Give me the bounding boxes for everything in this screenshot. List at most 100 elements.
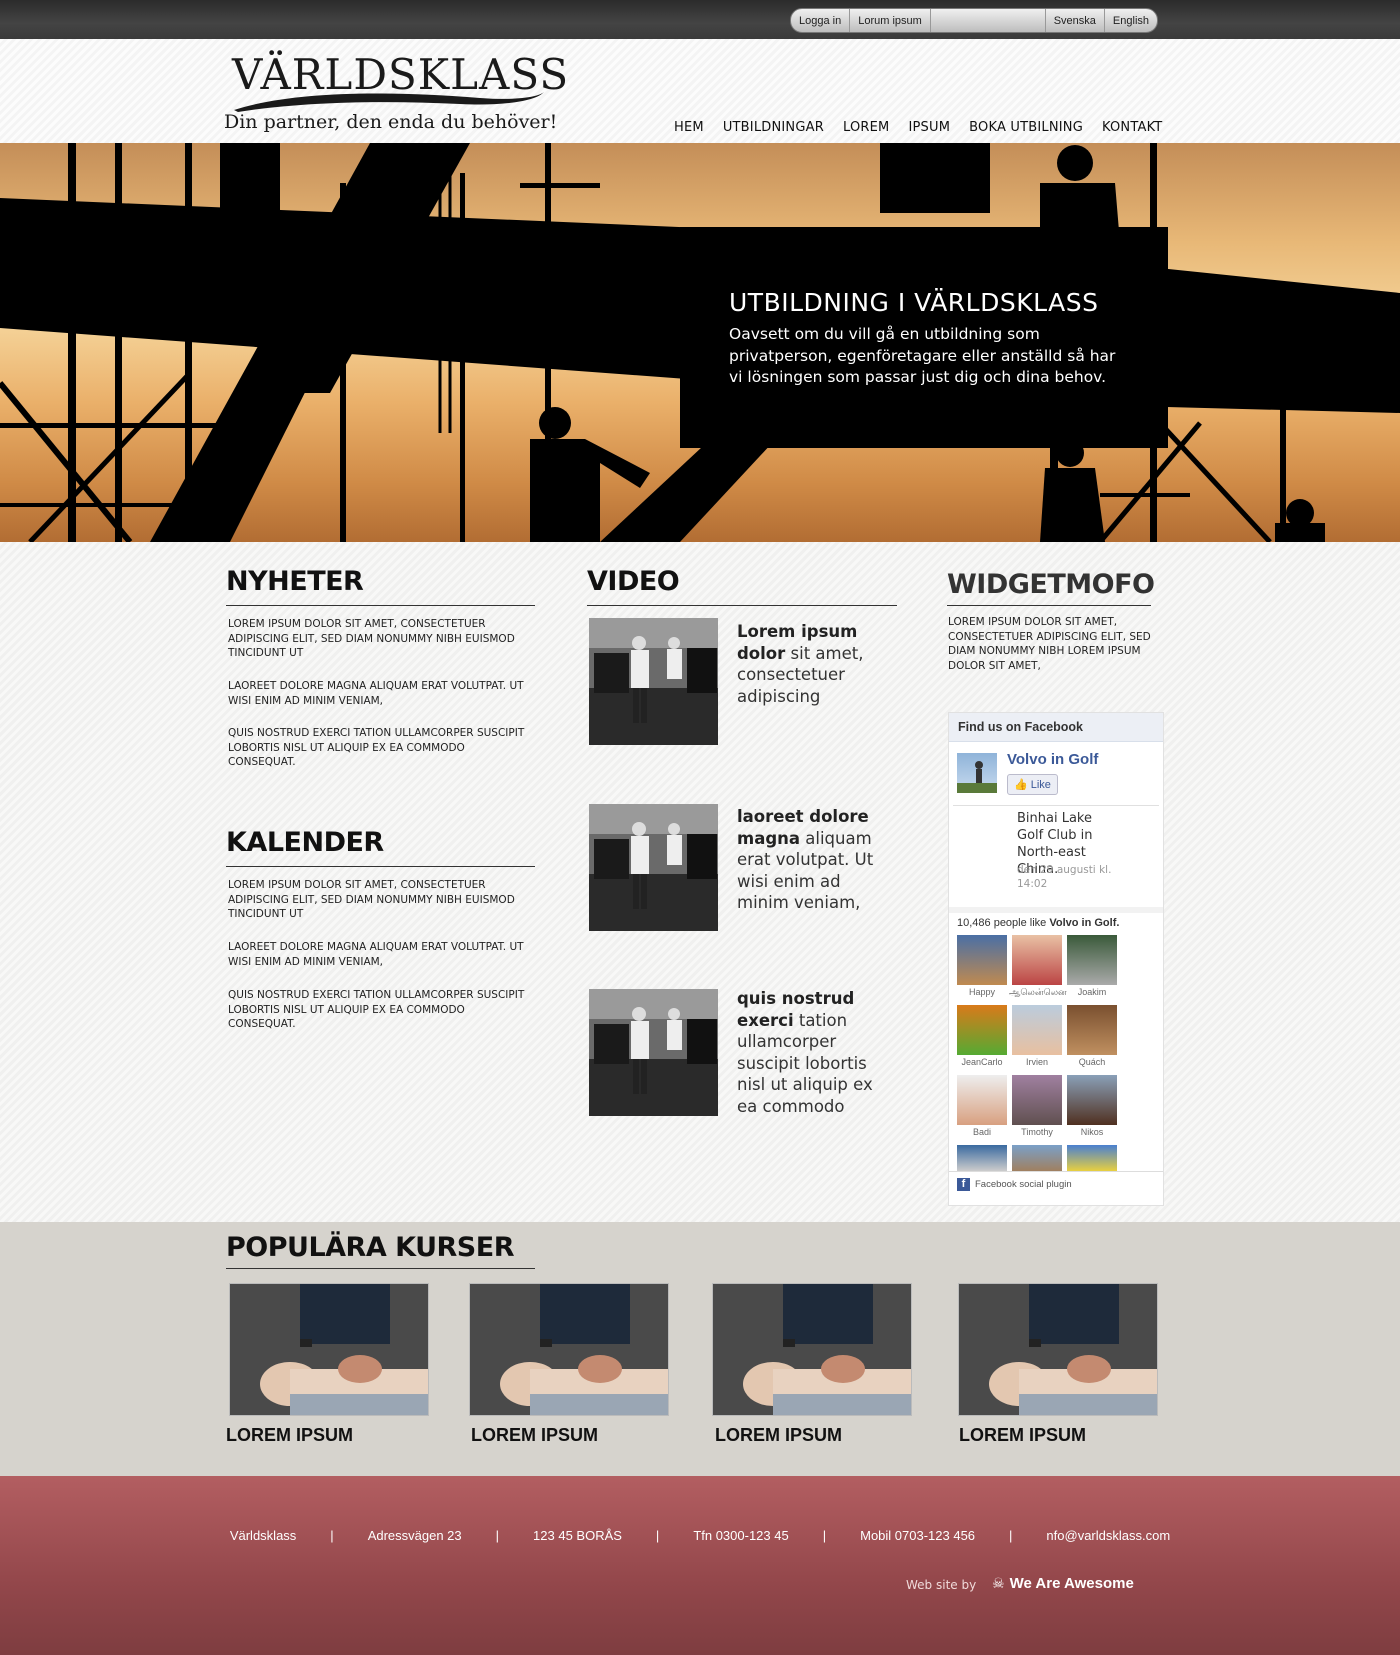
facebook-widget: Find us on Facebook Volvo in Golf 👍 Like … (948, 712, 1164, 1206)
fan-avatar[interactable] (957, 1005, 1007, 1055)
popular-courses-section (0, 1222, 1400, 1476)
site-footer (0, 1476, 1400, 1655)
video-divider (587, 605, 897, 606)
facebook-page-name[interactable]: Volvo in Golf (1007, 751, 1098, 768)
logo-tagline: Din partner, den enda du behöver! (224, 111, 558, 133)
footer-separator: | (330, 1528, 334, 1543)
popular-divider (226, 1268, 535, 1269)
footer-separator: | (822, 1528, 827, 1543)
footer-mobile: Mobil 0703-123 456 (860, 1528, 976, 1543)
nav-item-kontakt[interactable]: KONTAKT (1102, 120, 1162, 135)
video-caption[interactable]: Lorem ipsum dolor sit amet, consectetuer… (737, 621, 897, 707)
page-avatar[interactable] (957, 753, 997, 793)
fan-avatar[interactable] (1067, 935, 1117, 985)
course-image[interactable] (469, 1283, 669, 1416)
like-button[interactable]: 👍 Like (1007, 774, 1058, 795)
footer-credit[interactable]: ☠ We Are Awesome (992, 1575, 1134, 1592)
footer-phone: Tfn 0300-123 45 (693, 1528, 789, 1543)
course-image[interactable] (229, 1283, 429, 1416)
video-caption[interactable]: quis nostrud exerci tation ullamcorper s… (737, 988, 897, 1117)
fan-avatar[interactable] (1012, 1145, 1062, 1171)
footer-separator: | (495, 1528, 500, 1543)
credit-name: We Are Awesome (1009, 1575, 1134, 1592)
fan-avatar[interactable] (1067, 1145, 1117, 1171)
course-image[interactable] (958, 1283, 1158, 1416)
footer-company: Världsklass (229, 1528, 297, 1543)
fan-name[interactable]: Timothy (1009, 1127, 1065, 1137)
footer-separator: | (655, 1528, 660, 1543)
popular-heading: POPULÄRA KURSER (226, 1232, 514, 1263)
thumbs-up-icon: 👍 (1014, 779, 1028, 791)
hero-title: UTBILDNING I VÄRLDSKLASS (729, 288, 1099, 317)
fan-name[interactable]: Quách (1064, 1057, 1120, 1067)
nav-item-lorem[interactable]: LOREM (843, 120, 889, 135)
fan-name[interactable]: Joakim (1064, 987, 1120, 997)
nav-item-boka[interactable]: BOKA UTBILNING (969, 120, 1083, 135)
facebook-post-date[interactable]: den 29 augusti kl. 14:02 (1017, 863, 1127, 891)
video-heading: VIDEO (587, 566, 680, 597)
video-caption[interactable]: laoreet dolore magna aliquam erat volutp… (737, 806, 897, 914)
fan-name[interactable]: JeanCarlo (954, 1057, 1010, 1067)
login-link[interactable]: Logga in (791, 9, 851, 32)
likes-summary: 10,486 people like Volvo in Golf. (957, 917, 1119, 929)
skull-icon: ☠ (992, 1575, 1005, 1592)
footer-postal: 123 45 BORÅS (533, 1528, 622, 1543)
footer-credit-prefix: Web site by (906, 1578, 977, 1592)
search-input[interactable] (931, 9, 1046, 32)
likes-count: 10,486 people like (957, 917, 1047, 929)
fan-name[interactable]: ஆலென்லென (1009, 987, 1067, 999)
video-thumbnail[interactable] (589, 989, 718, 1116)
course-title[interactable]: LOREM IPSUM (715, 1425, 842, 1446)
fan-avatar[interactable] (1012, 1005, 1062, 1055)
calendar-divider (226, 866, 535, 867)
lorum-link[interactable]: Lorum ipsum (850, 9, 931, 32)
lang-english-link[interactable]: English (1105, 9, 1157, 32)
fan-avatar[interactable] (957, 935, 1007, 985)
facebook-plugin-credit[interactable]: f Facebook social plugin (957, 1178, 1072, 1191)
fan-name[interactable]: Irvien (1009, 1057, 1065, 1067)
widget-text: LOREM IPSUM DOLOR SIT AMET, CONSECTETUER… (948, 616, 1151, 672)
course-title[interactable]: LOREM IPSUM (471, 1425, 598, 1446)
widget-heading: WIDGETMOFO (947, 569, 1155, 600)
fan-avatar[interactable] (957, 1145, 1007, 1171)
fan-avatar[interactable] (1067, 1075, 1117, 1125)
news-heading: NYHETER (226, 566, 364, 597)
video-thumbnail[interactable] (589, 618, 718, 745)
fan-name[interactable]: Happy (954, 987, 1010, 997)
fan-avatar[interactable] (1067, 1005, 1117, 1055)
fan-name[interactable]: Badi (954, 1127, 1010, 1137)
like-label: Like (1030, 778, 1051, 791)
likes-page[interactable]: Volvo in Golf. (1049, 917, 1119, 929)
nav-item-hem[interactable]: HEM (674, 120, 704, 135)
footer-address: Adressvägen 23 (367, 1528, 462, 1543)
utility-bar: Logga in Lorum ipsum Svenska English (790, 8, 1158, 33)
news-paragraph: LOREM IPSUM DOLOR SIT AMET, CONSECTETUER… (228, 618, 515, 659)
calendar-paragraph: LOREM IPSUM DOLOR SIT AMET, CONSECTETUER… (228, 879, 515, 920)
course-title[interactable]: LOREM IPSUM (226, 1425, 353, 1446)
calendar-heading: KALENDER (226, 827, 384, 858)
calendar-paragraph: QUIS NOSTRUD EXERCI TATION ULLAMCORPER S… (228, 989, 525, 1030)
course-image[interactable] (712, 1283, 912, 1416)
hero-text: Oavsett om du vill gå en utbildning som … (729, 325, 1116, 386)
nav-item-utbildningar[interactable]: UTBILDNINGAR (723, 120, 824, 135)
facebook-header: Find us on Facebook (949, 713, 1163, 742)
footer-contact-line: Världsklass | Adressvägen 23 | 123 45 BORÅS |… (0, 1528, 1400, 1543)
plugin-label: Facebook social plugin (975, 1179, 1072, 1190)
news-divider (226, 605, 535, 606)
fb-divider (953, 805, 1159, 806)
lang-swedish-link[interactable]: Svenska (1046, 9, 1105, 32)
video-thumbnail[interactable] (589, 804, 718, 931)
course-title[interactable]: LOREM IPSUM (959, 1425, 1086, 1446)
fan-avatar[interactable] (957, 1075, 1007, 1125)
top-bar (0, 0, 1400, 39)
fb-footer-divider (949, 1171, 1163, 1172)
fan-avatar[interactable] (1012, 935, 1062, 985)
facebook-icon: f (957, 1178, 970, 1191)
fan-name[interactable]: Nikos (1064, 1127, 1120, 1137)
news-paragraph: LAOREET DOLORE MAGNA ALIQUAM ERAT VOLUTP… (228, 680, 524, 707)
fan-avatar[interactable] (1012, 1075, 1062, 1125)
footer-separator: | (1009, 1528, 1013, 1543)
footer-email-link[interactable]: nfo@varldsklass.com (1046, 1528, 1170, 1543)
widget-divider (947, 605, 1151, 606)
nav-item-ipsum[interactable]: IPSUM (908, 120, 950, 135)
